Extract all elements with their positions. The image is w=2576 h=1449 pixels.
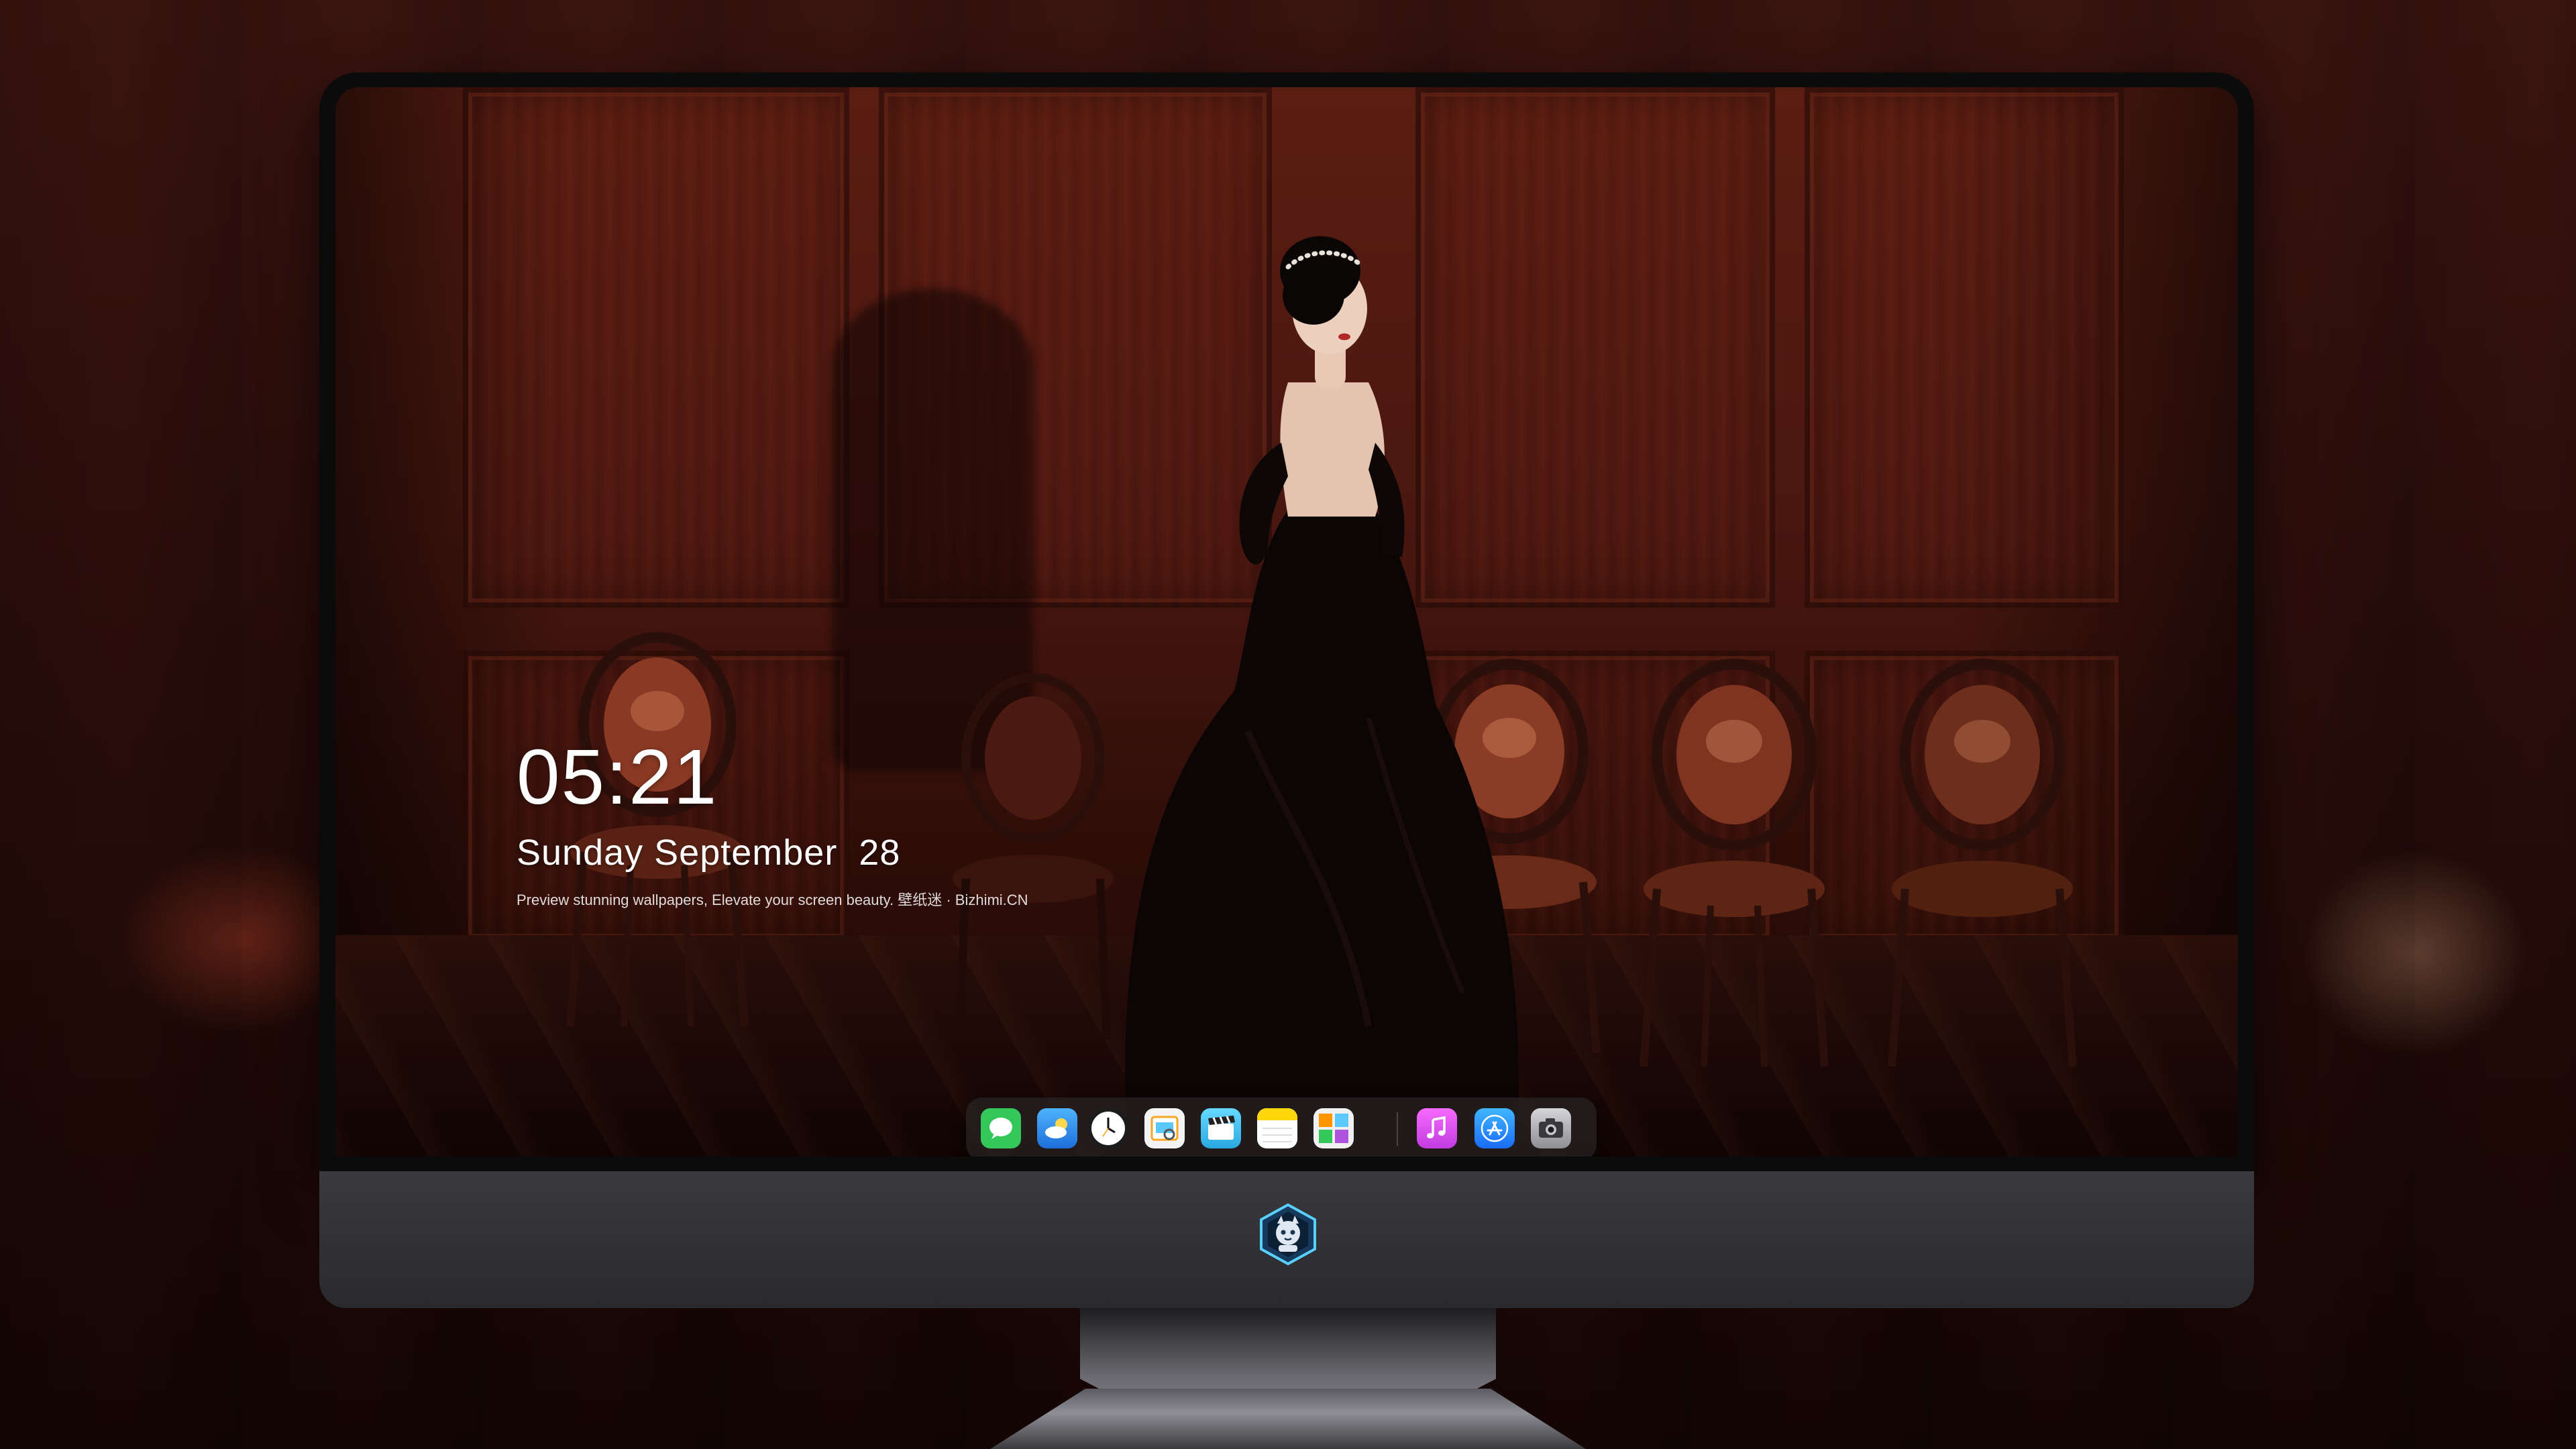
monitor-bezel: 05:21 Sunday September 28 Preview stunni… xyxy=(319,72,2254,1171)
desktop-background: 05:21 Sunday September 28 Preview stunni… xyxy=(0,0,2576,1449)
clock-time: 05:21 xyxy=(517,733,718,820)
music-icon[interactable] xyxy=(1417,1108,1457,1148)
clips-icon[interactable] xyxy=(1201,1108,1241,1148)
monitor-stand-base xyxy=(990,1389,1586,1449)
clock-date: Sunday September 28 xyxy=(517,833,901,873)
chair xyxy=(1888,659,2077,1067)
dock xyxy=(966,1097,1597,1157)
messages-icon[interactable] xyxy=(981,1108,1021,1148)
lockscreen-clock: 05:21 Sunday September 28 Preview stunni… xyxy=(517,738,1028,910)
camera-icon[interactable] xyxy=(1531,1108,1571,1148)
wallpaper xyxy=(335,87,2238,1157)
woman-figure xyxy=(1124,236,1519,1157)
screen: 05:21 Sunday September 28 Preview stunni… xyxy=(335,87,2238,1157)
weather-icon[interactable] xyxy=(1037,1108,1077,1148)
notes-icon[interactable] xyxy=(1257,1108,1297,1148)
chair xyxy=(1640,659,1829,1067)
wallpaper-caption: Preview stunning wallpapers, Elevate you… xyxy=(517,892,1028,908)
app-store-icon[interactable] xyxy=(1474,1108,1515,1148)
preview-icon[interactable] xyxy=(1144,1108,1185,1148)
wall-panel xyxy=(1805,87,2124,608)
dock-separator xyxy=(1397,1112,1398,1146)
clock-icon[interactable] xyxy=(1088,1108,1128,1148)
photo-booth-icon[interactable] xyxy=(1313,1108,1354,1148)
monitor-chin xyxy=(319,1171,2254,1308)
brand-logo-icon xyxy=(1260,1203,1316,1266)
wall-panel xyxy=(463,87,849,608)
